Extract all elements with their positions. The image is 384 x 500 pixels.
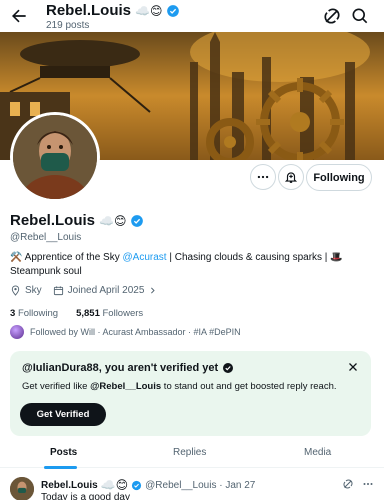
verify-card-title-row: @IulianDura88, you aren't verified yet <box>22 362 234 374</box>
profile-bio: ⚒️ Apprentice of the Sky @Acurast | Chas… <box>10 251 370 279</box>
grok-icon[interactable] <box>322 6 342 26</box>
header-title-row: Rebel.Louis ☁️😊 <box>46 2 180 19</box>
tab-replies[interactable]: Replies <box>173 447 206 458</box>
followed-by[interactable]: Followed by Will · Acurast Ambassador · … <box>10 325 241 339</box>
chevron-right-icon[interactable] <box>148 286 157 295</box>
post-avatar[interactable] <box>10 477 34 500</box>
post-header: Rebel.Louis ☁️😊 @Rebel__Louis · Jan 27 <box>41 478 255 492</box>
more-button[interactable] <box>250 164 276 190</box>
following-button[interactable]: Following <box>306 164 372 191</box>
active-tab-indicator <box>44 466 77 469</box>
post-author-emojis: ☁️😊 <box>100 478 129 492</box>
location-icon <box>11 285 20 296</box>
get-verified-button[interactable]: Get Verified <box>20 403 106 426</box>
notify-button[interactable] <box>278 164 304 190</box>
avatar-image <box>13 115 97 199</box>
bio-text-start: ⚒️ Apprentice of the Sky <box>10 252 123 263</box>
followers-stat[interactable]: 5,851 Followers <box>76 308 143 319</box>
followed-by-text: Followed by Will · Acurast Ambassador · … <box>30 327 241 337</box>
close-icon[interactable] <box>347 361 359 373</box>
verified-check-icon <box>223 363 234 373</box>
verified-badge-icon <box>131 214 144 227</box>
top-bar: Rebel.Louis ☁️😊 219 posts <box>0 0 384 32</box>
back-arrow-icon[interactable] <box>9 6 29 26</box>
verified-badge-icon <box>132 480 142 490</box>
profile-avatar[interactable] <box>10 112 100 202</box>
verify-text-suffix: to stand out and get boosted reply reach… <box>161 381 337 392</box>
followers-label: Followers <box>102 308 144 319</box>
notify-bell-icon <box>284 172 298 183</box>
profile-handle: @Rebel__Louis <box>10 232 82 243</box>
header-name-emojis: ☁️😊 <box>135 3 163 18</box>
header-title: Rebel.Louis <box>46 2 132 19</box>
profile-name: Rebel.Louis <box>10 212 96 229</box>
grok-icon[interactable] <box>342 478 354 490</box>
verified-badge-icon <box>167 4 180 17</box>
post-author-name[interactable]: Rebel.Louis <box>41 480 98 491</box>
profile-name-emojis: ☁️😊 <box>99 213 127 228</box>
profile-name-row: Rebel.Louis ☁️😊 <box>10 212 144 229</box>
joined-item: Joined April 2025 <box>53 285 158 296</box>
bio-text-line2: Steampunk soul <box>10 266 82 277</box>
verify-text-handle: @Rebel__Louis <box>90 381 162 392</box>
location-item: Sky <box>10 285 42 296</box>
joined-text: Joined April 2025 <box>67 285 145 296</box>
calendar-icon <box>53 286 63 296</box>
followers-count: 5,851 <box>76 308 100 319</box>
following-count: 3 <box>10 308 16 319</box>
verify-card-text: Get verified like @Rebel__Louis to stand… <box>22 381 337 392</box>
verify-card-title: @IulianDura88, you aren't verified yet <box>22 362 219 374</box>
bio-mention-link[interactable]: @Acurast <box>123 252 167 263</box>
profile-stats: 3 Following 5,851 Followers <box>10 308 143 319</box>
search-icon[interactable] <box>350 6 370 26</box>
tab-media[interactable]: Media <box>304 447 331 458</box>
following-stat[interactable]: 3 Following <box>10 308 58 319</box>
post-handle-date: @Rebel__Louis · Jan 27 <box>145 479 256 491</box>
more-icon <box>257 175 269 179</box>
location-text: Sky <box>25 285 42 296</box>
verification-card: @IulianDura88, you aren't verified yet G… <box>10 351 371 436</box>
more-icon[interactable] <box>362 478 374 490</box>
profile-tabs: Posts Replies Media <box>0 441 384 469</box>
bio-text-end: | Chasing clouds & causing sparks | 🎩 <box>166 252 343 263</box>
tab-posts[interactable]: Posts <box>50 447 77 458</box>
post-text: Today is a good day <box>41 492 130 500</box>
header-posts-count: 219 posts <box>46 20 90 31</box>
profile-meta: Sky Joined April 2025 <box>10 285 157 296</box>
verify-text-prefix: Get verified like <box>22 381 91 392</box>
follower-avatar <box>10 325 24 339</box>
post-avatar-image <box>10 477 34 500</box>
following-label: Following <box>17 308 59 319</box>
